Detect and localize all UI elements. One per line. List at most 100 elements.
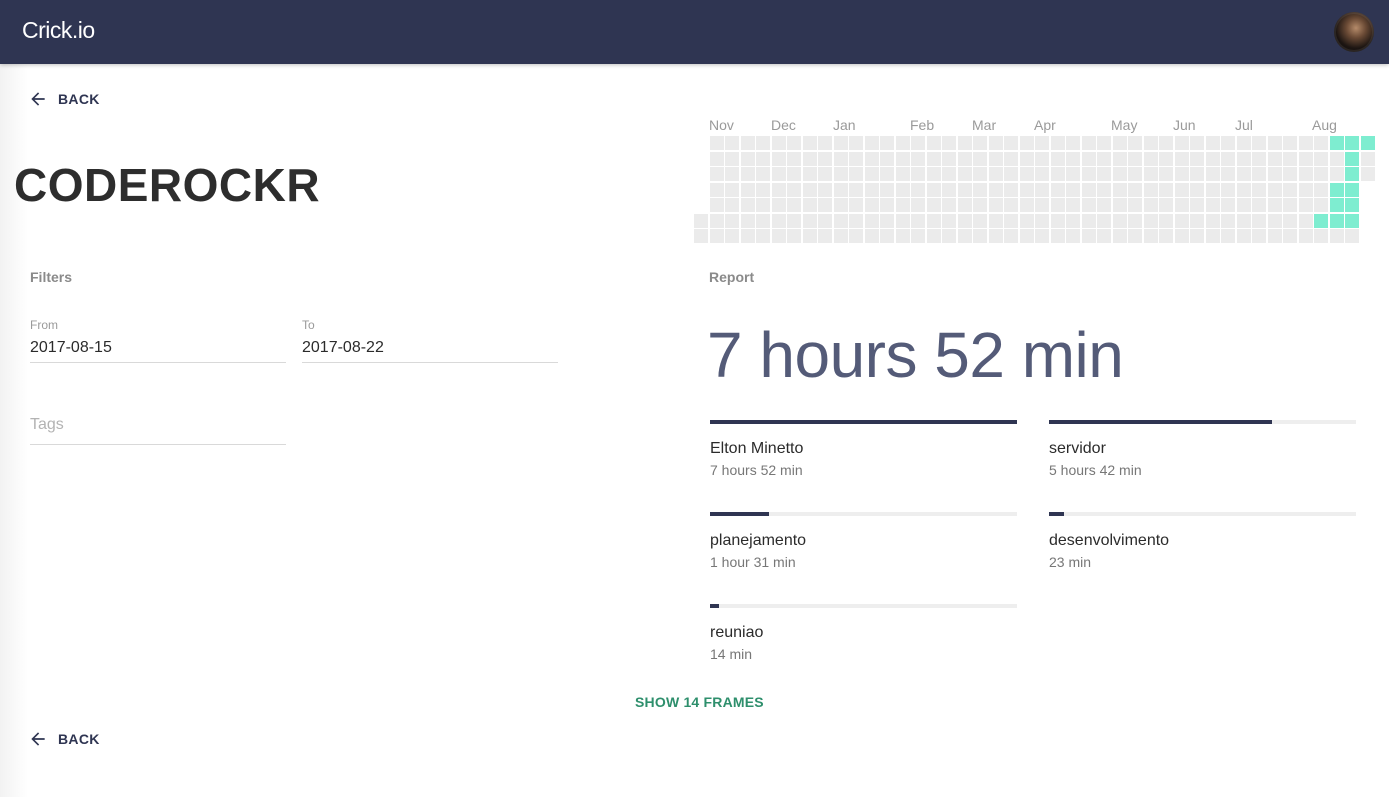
- month-label: Mar: [972, 117, 997, 133]
- from-value[interactable]: 2017-08-15: [30, 339, 286, 362]
- heatmap-day-cell: [911, 229, 925, 243]
- heatmap-day-cell: [740, 198, 755, 212]
- heatmap-day-cell: [694, 213, 708, 228]
- heatmap-day-cell: [1329, 167, 1344, 181]
- month-label: May: [1111, 117, 1138, 133]
- heatmap-day-cell: [756, 151, 770, 166]
- heatmap-day-cell: [1190, 182, 1204, 197]
- heatmap-day-cell: [864, 213, 879, 228]
- heatmap-day-cell: [725, 229, 739, 243]
- heatmap-day-cell: [1112, 198, 1127, 212]
- heatmap-day-cell: [709, 198, 724, 212]
- heatmap-day-cell: [1236, 151, 1251, 166]
- month-label: Aug: [1312, 117, 1337, 133]
- show-frames-button[interactable]: SHOW 14 FRAMES: [635, 694, 764, 710]
- heatmap-day-cell: [1205, 229, 1220, 243]
- report-item-time: 14 min: [710, 646, 753, 662]
- report-heading: Report: [709, 269, 755, 285]
- from-label: From: [30, 318, 58, 332]
- heatmap-day-cell: [849, 136, 863, 150]
- heatmap-day-cell: [1298, 182, 1313, 197]
- user-avatar[interactable]: [1334, 12, 1374, 52]
- heatmap-day-cell: [942, 213, 956, 228]
- heatmap-day-cell: [1314, 136, 1328, 150]
- heatmap-day-cell: [740, 151, 755, 166]
- heatmap-day-cell: [818, 151, 832, 166]
- heatmap-day-cell: [973, 182, 987, 197]
- heatmap-day-cell: [1314, 213, 1328, 228]
- heatmap-day-cell: [802, 182, 817, 197]
- heatmap-day-cell: [771, 182, 786, 197]
- heatmap-day-cell: [725, 151, 739, 166]
- heatmap-day-cell: [1128, 136, 1142, 150]
- heatmap-day-cell: [942, 229, 956, 243]
- progress-fill: [1049, 420, 1272, 424]
- heatmap-day-cell: [818, 229, 832, 243]
- tags-placeholder[interactable]: Tags: [30, 416, 286, 444]
- month-label: Feb: [910, 117, 935, 133]
- heatmap-day-cell: [1236, 229, 1251, 243]
- heatmap-day-cell: [694, 229, 708, 243]
- heatmap-day-cell: [1128, 198, 1142, 212]
- heatmap-day-cell: [802, 229, 817, 243]
- arrow-left-icon: [31, 732, 45, 746]
- heatmap-day-cell: [1174, 198, 1189, 212]
- to-value[interactable]: 2017-08-22: [302, 339, 558, 362]
- heatmap-day-cell: [1329, 151, 1344, 166]
- heatmap-day-cell: [787, 136, 801, 150]
- heatmap-day-cell: [1190, 229, 1204, 243]
- back-label: BACK: [58, 91, 100, 107]
- heatmap-day-cell: [1035, 229, 1049, 243]
- heatmap-day-cell: [725, 182, 739, 197]
- heatmap-day-cell: [1112, 167, 1127, 181]
- heatmap-day-cell: [1252, 198, 1266, 212]
- heatmap-day-cell: [1143, 182, 1158, 197]
- app-logo[interactable]: Crick.io: [22, 17, 95, 44]
- back-button-bottom[interactable]: BACK: [28, 728, 100, 750]
- back-button-top[interactable]: BACK: [28, 88, 100, 110]
- heatmap-day-cell: [1283, 167, 1297, 181]
- heatmap-day-cell: [1314, 198, 1328, 212]
- heatmap-day-cell: [864, 151, 879, 166]
- heatmap-day-cell: [1205, 198, 1220, 212]
- heatmap-day-cell: [973, 198, 987, 212]
- heatmap-day-cell: [988, 182, 1003, 197]
- heatmap-day-cell: [864, 167, 879, 181]
- heatmap-day-cell: [895, 229, 910, 243]
- heatmap-day-cell: [1035, 198, 1049, 212]
- heatmap-day-cell: [1314, 182, 1328, 197]
- to-date-field[interactable]: To 2017-08-22: [302, 318, 558, 363]
- heatmap-day-cell: [833, 151, 848, 166]
- heatmap-day-cell: [1221, 182, 1235, 197]
- heatmap-day-cell: [771, 167, 786, 181]
- heatmap-day-cell: [849, 182, 863, 197]
- heatmap-day-cell: [1112, 182, 1127, 197]
- heatmap-day-cell: [1236, 167, 1251, 181]
- heatmap-day-cell: [833, 229, 848, 243]
- heatmap-day-cell: [895, 151, 910, 166]
- report-item: planejamento 1 hour 31 min: [710, 512, 1017, 570]
- heatmap-day-cell: [1035, 151, 1049, 166]
- heatmap-day-cell: [1035, 182, 1049, 197]
- heatmap-day-cell: [756, 198, 770, 212]
- heatmap-day-cell: [1050, 229, 1065, 243]
- heatmap-day-cell: [1205, 151, 1220, 166]
- heatmap-day-cell: [1081, 167, 1096, 181]
- heatmap-day-cell: [942, 182, 956, 197]
- heatmap-day-cell: [988, 198, 1003, 212]
- heatmap-day-cell: [1004, 182, 1018, 197]
- heatmap-day-cell: [1050, 151, 1065, 166]
- heatmap-day-cell: [833, 182, 848, 197]
- tags-field[interactable]: Tags: [30, 416, 286, 445]
- heatmap-day-cell: [1066, 229, 1080, 243]
- heatmap-day-cell: [1174, 167, 1189, 181]
- heatmap-day-cell: [1004, 167, 1018, 181]
- from-date-field[interactable]: From 2017-08-15: [30, 318, 286, 363]
- heatmap-day-cell: [1128, 151, 1142, 166]
- heatmap-day-cell: [1190, 151, 1204, 166]
- heatmap-day-cell: [1283, 198, 1297, 212]
- heatmap-day-cell: [1128, 182, 1142, 197]
- heatmap-day-cell: [1252, 213, 1266, 228]
- heatmap-day-cell: [1283, 213, 1297, 228]
- heatmap-day-cell: [818, 182, 832, 197]
